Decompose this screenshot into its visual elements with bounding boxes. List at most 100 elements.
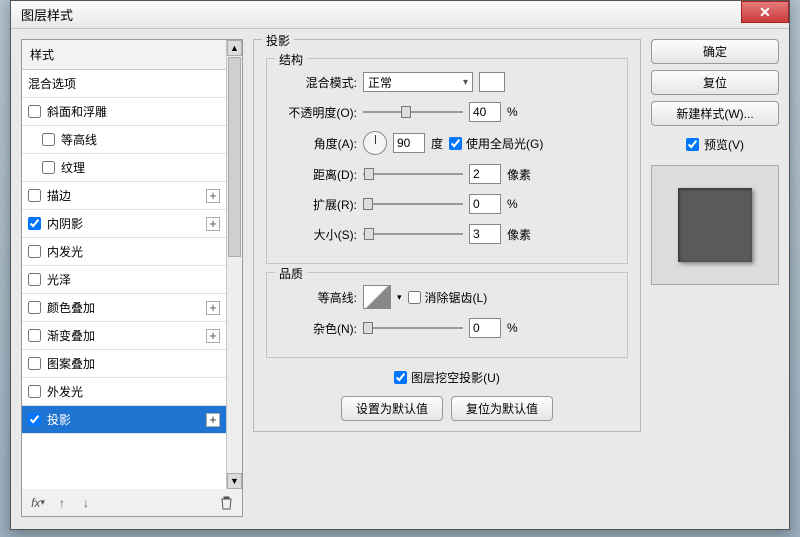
plus-icon[interactable]: + — [206, 189, 220, 203]
distance-slider[interactable] — [363, 167, 463, 181]
blend-mode-label: 混合模式: — [279, 74, 357, 91]
drop-shadow-title: 投影 — [262, 32, 294, 49]
structure-title: 结构 — [275, 51, 307, 68]
style-item-checkbox[interactable] — [28, 245, 41, 258]
style-item-5[interactable]: 内发光 — [22, 238, 226, 266]
angle-label: 角度(A): — [279, 135, 357, 152]
opacity-input[interactable] — [469, 102, 501, 122]
style-item-7[interactable]: 颜色叠加+ — [22, 294, 226, 322]
style-item-checkbox[interactable] — [28, 385, 41, 398]
style-item-9[interactable]: 图案叠加 — [22, 350, 226, 378]
style-item-1[interactable]: 等高线 — [22, 126, 226, 154]
titlebar: 图层样式 ✕ — [11, 1, 789, 29]
style-item-label: 内发光 — [47, 243, 83, 260]
trash-icon[interactable] — [216, 494, 236, 512]
opacity-slider[interactable] — [363, 105, 463, 119]
close-icon: ✕ — [759, 4, 771, 21]
distance-input[interactable] — [469, 164, 501, 184]
style-item-0[interactable]: 斜面和浮雕 — [22, 98, 226, 126]
style-item-label: 渐变叠加 — [47, 327, 95, 344]
style-item-checkbox[interactable] — [28, 357, 41, 370]
preview-box — [651, 165, 779, 285]
preview-checkbox[interactable]: 预览(V) — [651, 136, 779, 153]
shadow-color-swatch[interactable] — [479, 72, 505, 92]
scroll-thumb[interactable] — [228, 57, 241, 257]
blend-options-item[interactable]: 混合选项 — [22, 70, 226, 98]
quality-group: 品质 等高线: ▾ 消除锯齿(L) 杂色(N): % — [266, 272, 628, 358]
dialog-title: 图层样式 — [21, 5, 73, 24]
style-item-label: 内阴影 — [47, 215, 83, 232]
style-item-checkbox[interactable] — [28, 189, 41, 202]
scrollbar[interactable]: ▲ ▼ — [226, 40, 242, 489]
noise-slider[interactable] — [363, 321, 463, 335]
plus-icon[interactable]: + — [206, 413, 220, 427]
move-up-icon[interactable]: ↑ — [52, 494, 72, 512]
blend-mode-select[interactable]: 正常 — [363, 72, 473, 92]
noise-label: 杂色(N): — [279, 320, 357, 337]
global-light-checkbox[interactable]: 使用全局光(G) — [449, 135, 543, 152]
style-item-8[interactable]: 渐变叠加 + — [22, 322, 226, 350]
dialog-content: 样式 混合选项 斜面和浮雕等高线纹理描边 + 内阴影 + 内发光光泽颜色叠加+ 渐变叠加 +… — [11, 29, 789, 527]
move-down-icon[interactable]: ↓ — [76, 494, 96, 512]
style-item-6[interactable]: 光泽 — [22, 266, 226, 294]
styles-panel: 样式 混合选项 斜面和浮雕等高线纹理描边 + 内阴影 + 内发光光泽颜色叠加+ 渐变叠加 +… — [21, 39, 243, 517]
style-item-3[interactable]: 描边 + — [22, 182, 226, 210]
noise-input[interactable] — [469, 318, 501, 338]
size-label: 大小(S): — [279, 226, 357, 243]
style-item-label: 斜面和浮雕 — [47, 103, 107, 120]
make-default-button[interactable]: 设置为默认值 — [341, 396, 443, 421]
settings-panel: 投影 结构 混合模式: 正常 不透明度(O): % — [253, 39, 641, 517]
actions-panel: 确定 复位 新建样式(W)... 预览(V) — [651, 39, 779, 517]
distance-label: 距离(D): — [279, 166, 357, 183]
contour-label: 等高线: — [279, 289, 357, 306]
styles-footer: fx▾ ↑ ↓ — [21, 489, 243, 517]
angle-dial[interactable] — [363, 131, 387, 155]
style-item-checkbox[interactable] — [28, 329, 41, 342]
style-item-4[interactable]: 内阴影 + — [22, 210, 226, 238]
style-item-checkbox[interactable] — [42, 161, 55, 174]
opacity-label: 不透明度(O): — [279, 104, 357, 121]
size-slider[interactable] — [363, 227, 463, 241]
ok-button[interactable]: 确定 — [651, 39, 779, 64]
blend-options-label: 混合选项 — [28, 75, 76, 92]
drop-shadow-group: 投影 结构 混合模式: 正常 不透明度(O): % — [253, 39, 641, 432]
reset-button[interactable]: 复位 — [651, 70, 779, 95]
spread-input[interactable] — [469, 194, 501, 214]
style-item-label: 描边 — [47, 187, 71, 204]
spread-label: 扩展(R): — [279, 196, 357, 213]
preview-swatch — [678, 188, 752, 262]
plus-icon[interactable]: + — [206, 217, 220, 231]
style-item-checkbox[interactable] — [28, 217, 41, 230]
fx-icon[interactable]: fx▾ — [28, 494, 48, 512]
layer-style-dialog: 图层样式 ✕ 样式 混合选项 斜面和浮雕等高线纹理描边 + 内阴影 + 内发光光泽颜色叠… — [10, 0, 790, 530]
size-input[interactable] — [469, 224, 501, 244]
contour-picker[interactable] — [363, 285, 391, 309]
scroll-up-icon[interactable]: ▲ — [227, 40, 242, 56]
close-button[interactable]: ✕ — [741, 1, 789, 23]
style-item-checkbox[interactable] — [28, 301, 41, 314]
style-item-label: 外发光 — [47, 383, 83, 400]
style-item-label: 图案叠加 — [47, 355, 95, 372]
scroll-down-icon[interactable]: ▼ — [227, 473, 242, 489]
style-item-checkbox[interactable] — [28, 413, 41, 426]
new-style-button[interactable]: 新建样式(W)... — [651, 101, 779, 126]
angle-input[interactable] — [393, 133, 425, 153]
plus-icon[interactable]: + — [206, 329, 220, 343]
style-item-11[interactable]: 投影+ — [22, 406, 226, 434]
degree-unit: 度 — [431, 135, 443, 152]
style-item-checkbox[interactable] — [42, 133, 55, 146]
style-item-2[interactable]: 纹理 — [22, 154, 226, 182]
quality-title: 品质 — [275, 265, 307, 282]
plus-icon[interactable]: + — [206, 301, 220, 315]
style-item-label: 光泽 — [47, 271, 71, 288]
style-item-10[interactable]: 外发光 — [22, 378, 226, 406]
knockout-checkbox[interactable]: 图层挖空投影(U) — [394, 369, 500, 386]
reset-default-button[interactable]: 复位为默认值 — [451, 396, 553, 421]
spread-slider[interactable] — [363, 197, 463, 211]
styles-header: 样式 — [22, 40, 226, 70]
px-unit: 像素 — [507, 166, 531, 183]
antialias-checkbox[interactable]: 消除锯齿(L) — [408, 289, 488, 306]
style-item-checkbox[interactable] — [28, 105, 41, 118]
style-item-checkbox[interactable] — [28, 273, 41, 286]
structure-group: 结构 混合模式: 正常 不透明度(O): % 角度(A): — [266, 58, 628, 264]
